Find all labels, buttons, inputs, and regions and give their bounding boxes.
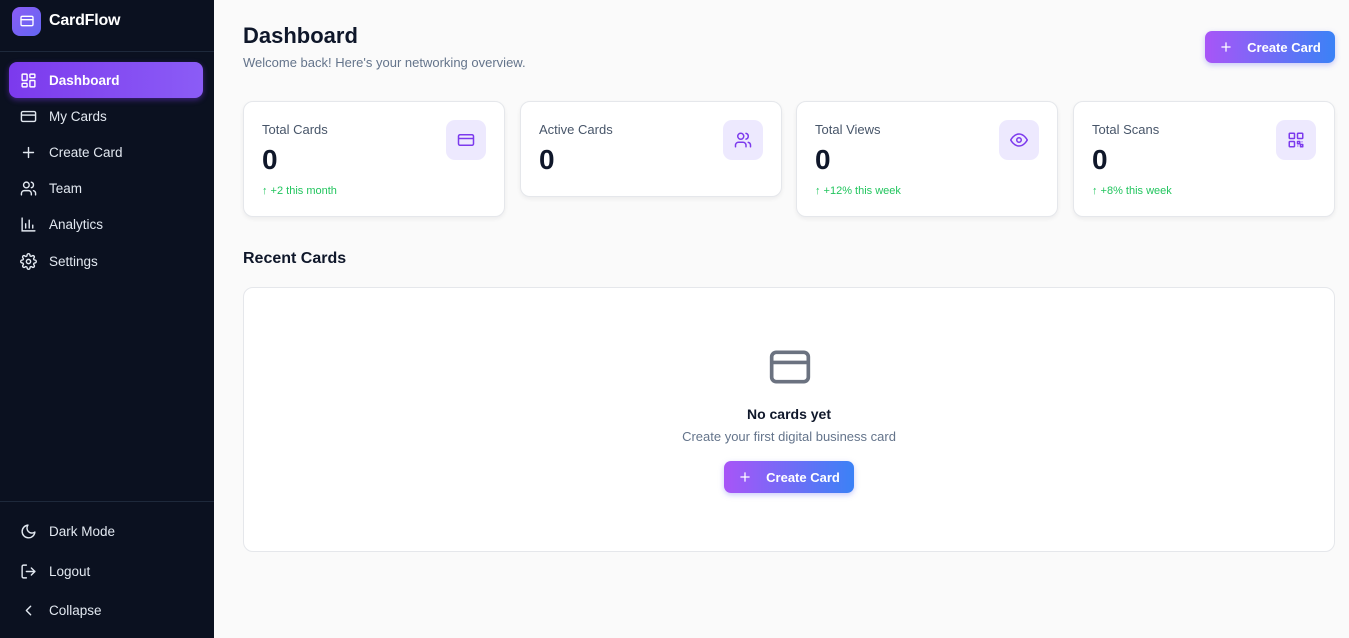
- stat-change: ↑ +12% this week: [815, 185, 901, 197]
- stat-card-total-views: Total Views 0 ↑ +12% this week: [796, 101, 1058, 217]
- create-card-label: Create Card: [766, 469, 840, 485]
- collapse-label: Collapse: [49, 602, 102, 618]
- empty-state-title: No cards yet: [746, 406, 832, 422]
- create-card-label: Create Card: [1247, 39, 1321, 55]
- stat-card-total-cards: Total Cards 0 ↑ +2 this month: [243, 101, 505, 217]
- plus-icon: [1221, 42, 1231, 52]
- page-title: Dashboard: [243, 23, 358, 48]
- users-icon: [723, 120, 763, 160]
- stat-value: 0: [262, 144, 278, 175]
- sidebar-divider: [0, 501, 214, 502]
- card-icon: [446, 120, 486, 160]
- stat-label: Total Views: [815, 122, 881, 137]
- stat-label: Total Cards: [262, 122, 328, 137]
- logout-label: Logout: [49, 563, 91, 579]
- sidebar-item-label: Settings: [49, 253, 98, 269]
- logout-button[interactable]: Logout: [9, 553, 203, 589]
- brand-name: CardFlow: [49, 12, 121, 29]
- stat-change: ↑ +8% this week: [1092, 185, 1172, 197]
- main-content: Dashboard Welcome back! Here's your netw…: [214, 0, 1349, 638]
- collapse-button[interactable]: Collapse: [9, 592, 203, 628]
- sidebar: CardFlow Dashboard My Cards Create Card …: [0, 0, 214, 638]
- stat-value: 0: [1092, 144, 1108, 175]
- sidebar-item-label: Dashboard: [49, 72, 120, 88]
- eye-icon: [999, 120, 1039, 160]
- create-first-card-button[interactable]: Create Card: [724, 461, 854, 493]
- sidebar-item-my-cards[interactable]: My Cards: [9, 98, 203, 134]
- empty-state-text: Create your first digital business card: [682, 429, 896, 444]
- gear-icon: [20, 252, 37, 270]
- page-subtitle: Welcome back! Here's your networking ove…: [243, 55, 526, 70]
- qr-code-icon: [1276, 120, 1316, 160]
- sidebar-item-analytics[interactable]: Analytics: [9, 206, 203, 242]
- dark-mode-toggle[interactable]: Dark Mode: [9, 513, 203, 549]
- card-icon: [12, 6, 41, 36]
- sidebar-item-dashboard[interactable]: Dashboard: [9, 62, 203, 98]
- recent-cards-panel: No cards yet Create your first digital b…: [243, 287, 1335, 552]
- recent-cards-title: Recent Cards: [243, 250, 347, 267]
- plus-icon: [740, 472, 750, 482]
- stat-label: Total Scans: [1092, 122, 1160, 137]
- sidebar-item-label: My Cards: [49, 108, 107, 124]
- dark-mode-label: Dark Mode: [49, 523, 116, 539]
- logout-icon: [21, 563, 36, 579]
- stat-card-active-cards: Active Cards 0: [520, 101, 782, 197]
- sidebar-item-create-card[interactable]: Create Card: [9, 134, 203, 170]
- sidebar-divider: [0, 51, 214, 52]
- sidebar-item-label: Analytics: [49, 216, 104, 232]
- sidebar-item-team[interactable]: Team: [9, 170, 203, 206]
- brand[interactable]: CardFlow: [12, 6, 120, 36]
- moon-icon: [21, 523, 36, 538]
- dashboard-icon: [21, 72, 36, 88]
- stat-value: 0: [815, 144, 831, 175]
- bar-chart-icon: [21, 216, 36, 232]
- stat-value: 0: [539, 144, 555, 175]
- card-icon: [20, 110, 37, 122]
- users-icon: [20, 180, 37, 196]
- plus-icon: [22, 146, 35, 158]
- stat-card-total-scans: Total Scans 0 ↑ +8% this week: [1073, 101, 1335, 217]
- card-icon: [769, 350, 811, 384]
- sidebar-item-settings[interactable]: Settings: [9, 243, 203, 279]
- create-card-button[interactable]: Create Card: [1205, 31, 1335, 63]
- sidebar-item-label: Create Card: [49, 144, 123, 160]
- chevron-left-icon: [25, 605, 32, 615]
- stat-change: ↑ +2 this month: [262, 185, 337, 197]
- stat-label: Active Cards: [539, 122, 613, 137]
- sidebar-item-label: Team: [49, 180, 83, 196]
